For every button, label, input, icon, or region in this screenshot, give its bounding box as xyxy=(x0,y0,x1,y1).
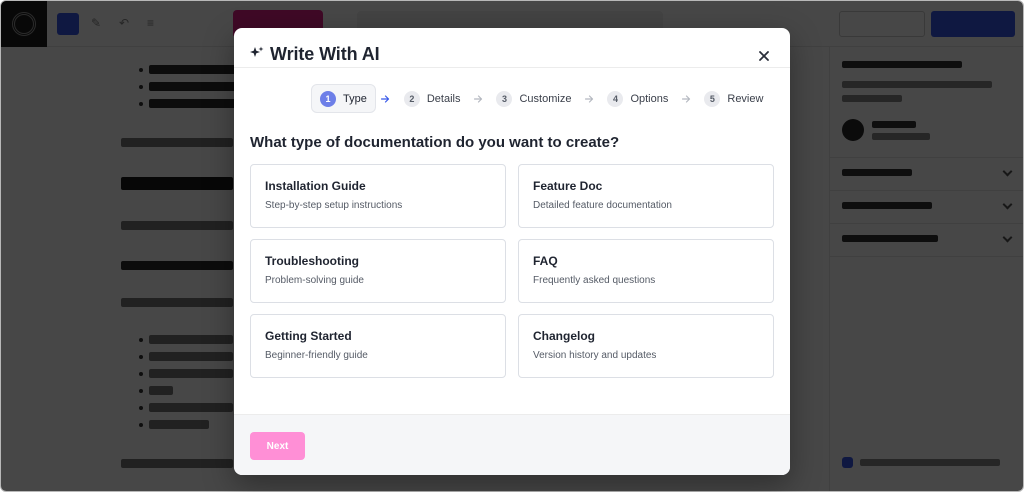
arrow-right-icon xyxy=(579,94,599,103)
modal-header: Write With AI xyxy=(234,28,790,68)
modal-title: Write With AI xyxy=(270,44,380,64)
option-description: Step-by-step setup instructions xyxy=(265,200,403,211)
step-number: 5 xyxy=(704,90,721,107)
arrow-right-icon xyxy=(376,94,396,103)
step-customize[interactable]: 3 Customize xyxy=(488,84,579,113)
step-number: 3 xyxy=(496,90,513,107)
step-number: 4 xyxy=(607,90,624,107)
close-icon[interactable] xyxy=(759,51,769,61)
step-review[interactable]: 5 Review xyxy=(696,84,771,113)
option-description: Beginner-friendly guide xyxy=(265,350,368,361)
arrow-right-icon xyxy=(676,94,696,103)
option-description: Problem-solving guide xyxy=(265,275,364,286)
option-faq[interactable]: FAQ Frequently asked questions xyxy=(518,239,774,303)
step-label: Review xyxy=(727,92,764,105)
step-label: Type xyxy=(343,92,367,105)
option-description: Version history and updates xyxy=(533,350,657,361)
option-description: Frequently asked questions xyxy=(533,275,656,286)
arrow-right-icon xyxy=(468,94,488,103)
step-details[interactable]: 2 Details xyxy=(396,84,469,113)
step-number: 2 xyxy=(403,90,420,107)
write-with-ai-modal: Write With AI 1 Type 2 Details 3 Customi… xyxy=(234,28,790,475)
next-button[interactable]: Next xyxy=(250,432,305,460)
doc-type-question: What type of documentation do you want t… xyxy=(250,134,620,151)
option-description: Detailed feature documentation xyxy=(533,200,672,211)
option-getting-started[interactable]: Getting Started Beginner-friendly guide xyxy=(250,314,506,378)
step-number: 1 xyxy=(320,90,336,107)
step-type[interactable]: 1 Type xyxy=(311,84,376,113)
step-label: Options xyxy=(630,92,669,105)
step-label: Customize xyxy=(519,92,572,105)
option-changelog[interactable]: Changelog Version history and updates xyxy=(518,314,774,378)
option-feature-doc[interactable]: Feature Doc Detailed feature documentati… xyxy=(518,164,774,228)
option-title: Changelog xyxy=(533,329,595,343)
option-title: Feature Doc xyxy=(533,179,603,193)
option-troubleshooting[interactable]: Troubleshooting Problem-solving guide xyxy=(250,239,506,303)
modal-footer: Next xyxy=(234,414,790,475)
option-title: Getting Started xyxy=(265,329,352,343)
option-title: Installation Guide xyxy=(265,179,366,193)
step-options[interactable]: 4 Options xyxy=(599,84,676,113)
close-button[interactable] xyxy=(756,48,772,64)
option-title: FAQ xyxy=(533,254,558,268)
wizard-stepper: 1 Type 2 Details 3 Customize 4 Options 5 xyxy=(311,84,771,113)
step-label: Details xyxy=(426,92,461,105)
sparkle-icon xyxy=(250,46,264,57)
option-installation-guide[interactable]: Installation Guide Step-by-step setup in… xyxy=(250,164,506,228)
option-title: Troubleshooting xyxy=(265,254,359,268)
